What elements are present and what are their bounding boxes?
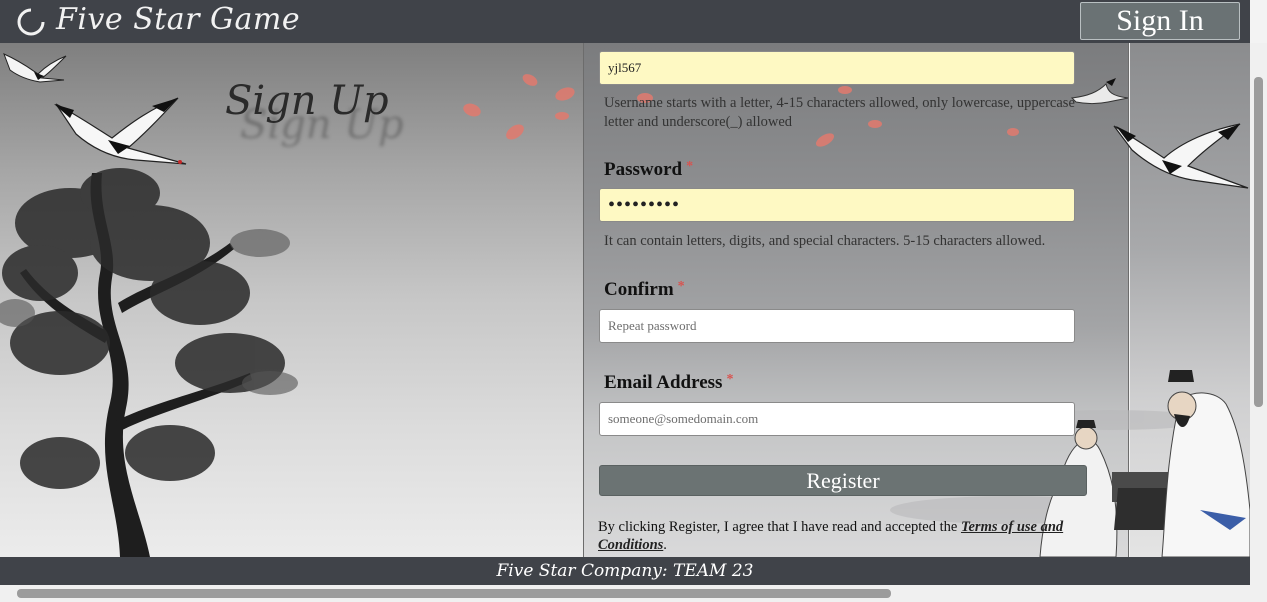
required-marker: *: [686, 159, 694, 174]
horizontal-scrollbar[interactable]: [0, 585, 1267, 602]
username-field[interactable]: [599, 51, 1075, 85]
sign-up-title: Sign Up: [225, 78, 389, 124]
crane-right-large: [1113, 123, 1249, 189]
confirm-password-field[interactable]: [599, 309, 1075, 343]
required-marker: *: [726, 372, 734, 387]
username-help-text: Username starts with a letter, 4-15 char…: [604, 95, 1075, 130]
password-field[interactable]: [599, 188, 1075, 222]
email-label: Email Address *: [604, 372, 733, 394]
password-label: Password *: [604, 159, 693, 181]
confirm-label-text: Confirm: [604, 279, 674, 300]
confirm-label: Confirm *: [604, 279, 685, 301]
terms-prefix: By clicking Register, I agree that I hav…: [598, 519, 961, 535]
brand-title[interactable]: Five Star Game: [56, 2, 300, 37]
password-label-text: Password: [604, 159, 683, 180]
vertical-scrollbar[interactable]: [1250, 43, 1267, 587]
terms-statement: By clicking Register, I agree that I hav…: [598, 518, 1098, 554]
terms-suffix: .: [663, 537, 667, 553]
vertical-scrollbar-thumb[interactable]: [1254, 77, 1263, 407]
crane-left-large: [54, 97, 187, 165]
password-help-text: It can contain letters, digits, and spec…: [604, 233, 1046, 249]
horizontal-scrollbar-thumb[interactable]: [17, 589, 891, 598]
email-field[interactable]: [599, 402, 1075, 436]
footer-bar: Five Star Company: TEAM 23: [0, 557, 1250, 585]
logo-ring-icon: [17, 8, 45, 36]
top-nav-bar: Five Star Game Sign In: [0, 0, 1250, 43]
sign-in-button[interactable]: Sign In: [1080, 2, 1240, 40]
email-label-text: Email Address: [604, 372, 723, 393]
crane-left-small: [3, 53, 67, 83]
register-button[interactable]: Register: [599, 465, 1087, 496]
required-marker: *: [677, 279, 685, 294]
